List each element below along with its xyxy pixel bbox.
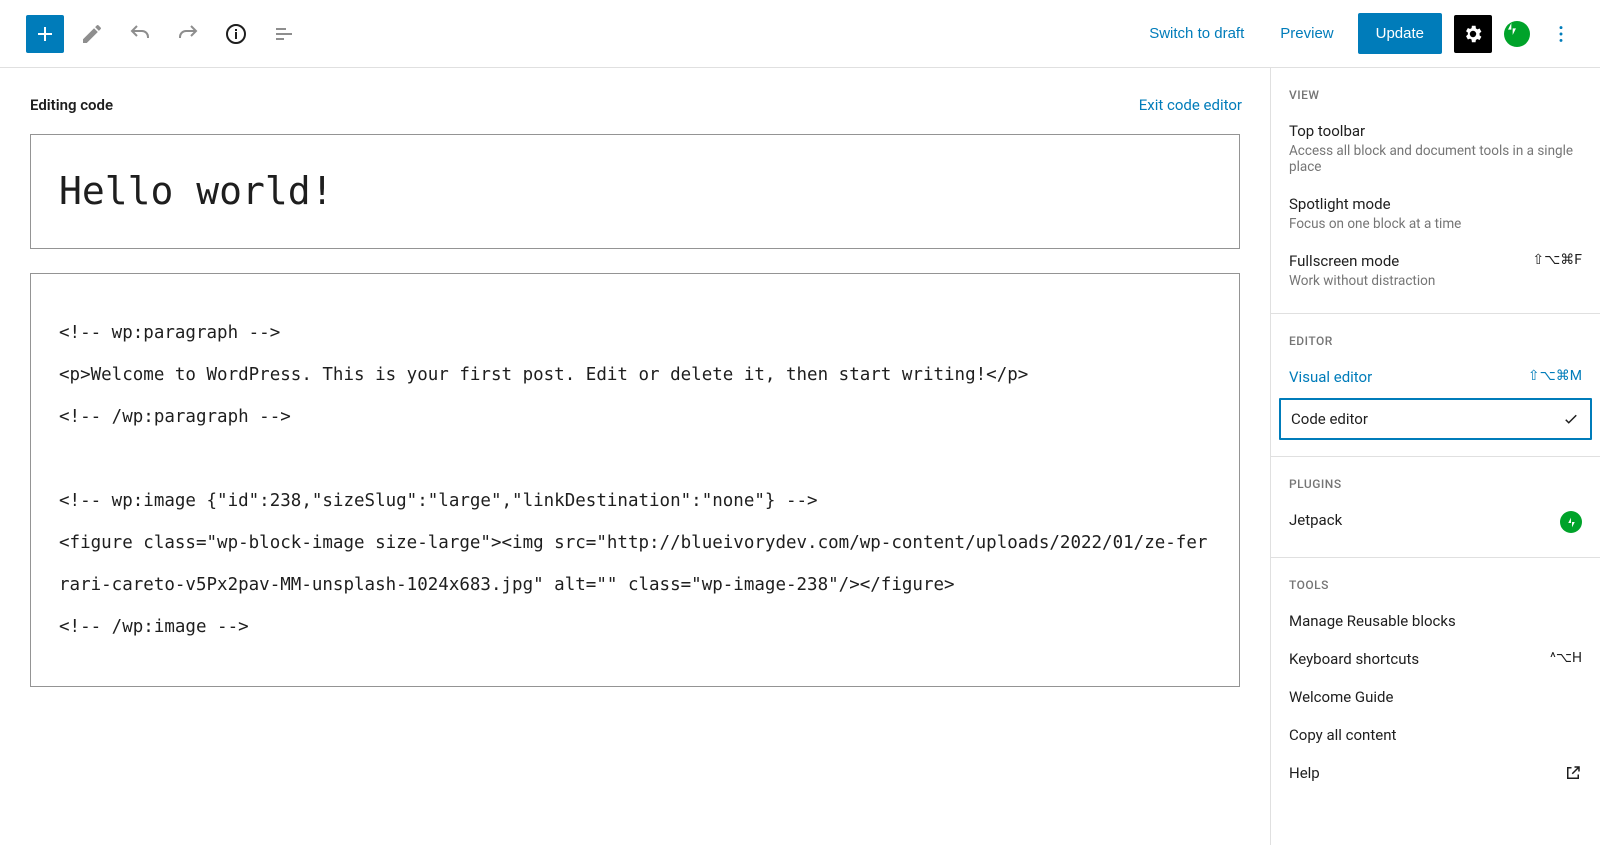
tools-heading: Tools (1271, 572, 1600, 602)
preview-button[interactable]: Preview (1268, 17, 1345, 50)
info-icon (224, 22, 248, 46)
plugins-section: Plugins Jetpack (1271, 457, 1600, 558)
editor-heading: Editor (1271, 328, 1600, 358)
fullscreen-shortcut: ⇧⌥⌘F (1524, 252, 1582, 268)
top-toolbar-label: Top toolbar (1289, 122, 1582, 140)
help-option[interactable]: Help (1271, 754, 1600, 792)
visual-editor-shortcut: ⇧⌥⌘M (1520, 368, 1582, 384)
fullscreen-label: Fullscreen mode (1289, 252, 1435, 270)
jetpack-option[interactable]: Jetpack (1271, 501, 1600, 543)
fullscreen-desc: Work without distraction (1289, 273, 1435, 289)
settings-button[interactable] (1454, 15, 1492, 53)
external-link-icon (1564, 764, 1582, 782)
editor-layout: Editing code Exit code editor Hello worl… (0, 68, 1600, 845)
visual-editor-label: Visual editor (1289, 368, 1372, 386)
code-editor-label: Code editor (1291, 410, 1368, 428)
tools-section: Tools Manage Reusable blocks Keyboard sh… (1271, 558, 1600, 806)
code-editor-option[interactable]: Code editor (1279, 398, 1592, 440)
spotlight-desc: Focus on one block at a time (1289, 216, 1461, 232)
reusable-blocks-label: Manage Reusable blocks (1289, 612, 1456, 630)
check-icon (1562, 410, 1580, 428)
spotlight-label: Spotlight mode (1289, 195, 1461, 213)
welcome-guide-option[interactable]: Welcome Guide (1271, 678, 1600, 716)
jetpack-icon (1565, 516, 1578, 529)
undo-button[interactable] (120, 14, 160, 54)
fullscreen-option[interactable]: Fullscreen mode Work without distraction… (1271, 242, 1600, 299)
redo-button[interactable] (168, 14, 208, 54)
undo-icon (128, 22, 152, 46)
top-toolbar-option[interactable]: Top toolbar Access all block and documen… (1271, 112, 1600, 185)
keyboard-shortcuts-shortcut: ^⌥H (1542, 650, 1582, 666)
pencil-icon (80, 22, 104, 46)
view-heading: View (1271, 82, 1600, 112)
editing-code-label: Editing code (30, 96, 113, 114)
welcome-guide-label: Welcome Guide (1289, 688, 1393, 706)
keyboard-shortcuts-option[interactable]: Keyboard shortcuts ^⌥H (1271, 640, 1600, 678)
exit-code-editor-link[interactable]: Exit code editor (1139, 96, 1242, 114)
jetpack-button[interactable] (1504, 21, 1530, 47)
keyboard-shortcuts-label: Keyboard shortcuts (1289, 650, 1419, 668)
code-editor-main: Editing code Exit code editor Hello worl… (0, 68, 1270, 845)
reusable-blocks-option[interactable]: Manage Reusable blocks (1271, 602, 1600, 640)
outline-button[interactable] (264, 14, 304, 54)
code-editor-header: Editing code Exit code editor (4, 68, 1266, 134)
post-content-code[interactable]: <!-- wp:paragraph --> <p>Welcome to Word… (30, 273, 1240, 687)
jetpack-label: Jetpack (1289, 511, 1342, 529)
toolbar-right: Switch to draft Preview Update (1137, 13, 1580, 54)
update-button[interactable]: Update (1358, 13, 1442, 54)
copy-all-option[interactable]: Copy all content (1271, 716, 1600, 754)
dots-vertical-icon (1550, 23, 1572, 45)
toolbar-left (26, 14, 304, 54)
top-toolbar: Switch to draft Preview Update (0, 0, 1600, 68)
options-panel: View Top toolbar Access all block and do… (1270, 68, 1600, 845)
more-options-button[interactable] (1542, 15, 1580, 53)
top-toolbar-desc: Access all block and document tools in a… (1289, 143, 1582, 175)
outline-icon (272, 22, 296, 46)
add-block-button[interactable] (26, 15, 64, 53)
post-title-input[interactable]: Hello world! (30, 134, 1240, 249)
plugins-heading: Plugins (1271, 471, 1600, 501)
editor-section: Editor Visual editor ⇧⌥⌘M Code editor (1271, 314, 1600, 457)
info-button[interactable] (216, 14, 256, 54)
edit-mode-button[interactable] (72, 14, 112, 54)
visual-editor-option[interactable]: Visual editor ⇧⌥⌘M (1271, 358, 1600, 396)
gear-icon (1462, 23, 1484, 45)
help-label: Help (1289, 764, 1320, 782)
switch-to-draft-button[interactable]: Switch to draft (1137, 17, 1256, 50)
view-section: View Top toolbar Access all block and do… (1271, 68, 1600, 314)
spotlight-option[interactable]: Spotlight mode Focus on one block at a t… (1271, 185, 1600, 242)
redo-icon (176, 22, 200, 46)
copy-all-label: Copy all content (1289, 726, 1396, 744)
plus-icon (33, 22, 57, 46)
jetpack-badge-icon (1560, 511, 1582, 533)
jetpack-icon (1504, 21, 1520, 37)
